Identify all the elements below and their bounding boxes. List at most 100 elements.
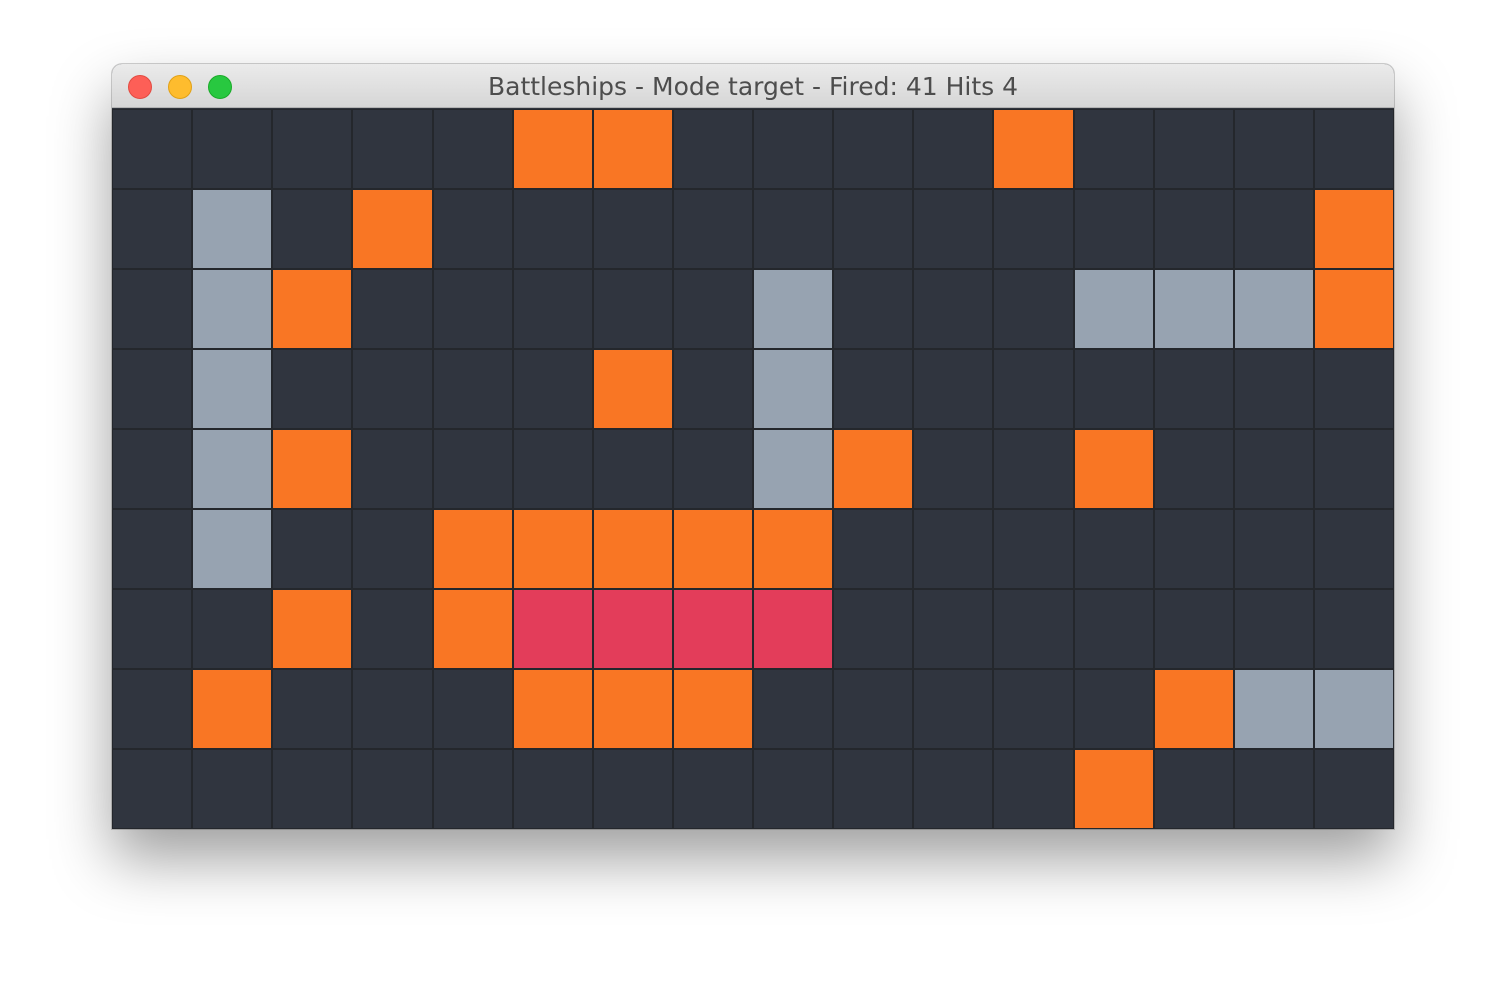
board-cell-unknown[interactable] [993,669,1074,749]
board-cell-miss[interactable] [512,109,593,189]
board-cell-unknown[interactable] [1233,189,1314,269]
board-cell-unknown[interactable] [913,429,994,509]
board-cell-unknown[interactable] [272,189,353,269]
board-cell-unknown[interactable] [1233,349,1314,429]
board-cell-unknown[interactable] [1153,749,1234,829]
board-cell-unknown[interactable] [512,189,593,269]
board-cell-unknown[interactable] [512,749,593,829]
board-cell-unknown[interactable] [993,749,1074,829]
board-cell-hit[interactable] [753,349,834,429]
board-cell-unknown[interactable] [913,509,994,589]
board-cell-miss[interactable] [592,109,673,189]
board-cell-unknown[interactable] [1073,589,1154,669]
board-cell-unknown[interactable] [1313,589,1394,669]
board-cell-unknown[interactable] [1313,429,1394,509]
board-cell-unknown[interactable] [753,109,834,189]
board-cell-unknown[interactable] [993,589,1074,669]
board-cell-unknown[interactable] [753,189,834,269]
board-cell-unknown[interactable] [112,429,193,509]
board-cell-unknown[interactable] [1233,589,1314,669]
board-cell-hit[interactable] [192,349,273,429]
board-cell-miss[interactable] [1313,269,1394,349]
board-cell-miss[interactable] [1073,749,1154,829]
board-cell-unknown[interactable] [833,589,914,669]
board-cell-sunk[interactable] [512,589,593,669]
board-cell-unknown[interactable] [592,269,673,349]
board-cell-unknown[interactable] [753,669,834,749]
board-cell-unknown[interactable] [833,349,914,429]
board-cell-unknown[interactable] [672,269,753,349]
board-cell-unknown[interactable] [352,669,433,749]
board-cell-unknown[interactable] [512,349,593,429]
board-cell-unknown[interactable] [1313,509,1394,589]
board-cell-unknown[interactable] [1313,749,1394,829]
board-cell-unknown[interactable] [993,429,1074,509]
board-cell-sunk[interactable] [753,589,834,669]
board-cell-miss[interactable] [512,509,593,589]
board-cell-miss[interactable] [272,429,353,509]
board-cell-unknown[interactable] [1153,509,1234,589]
board-cell-unknown[interactable] [1313,349,1394,429]
board-cell-miss[interactable] [352,189,433,269]
board-cell-unknown[interactable] [913,269,994,349]
board-cell-unknown[interactable] [913,189,994,269]
board-cell-unknown[interactable] [512,429,593,509]
board-cell-unknown[interactable] [833,749,914,829]
board-cell-unknown[interactable] [272,349,353,429]
board-cell-unknown[interactable] [672,749,753,829]
board-cell-miss[interactable] [672,669,753,749]
board-cell-sunk[interactable] [592,589,673,669]
board-cell-unknown[interactable] [432,749,513,829]
board-cell-unknown[interactable] [112,589,193,669]
board-cell-unknown[interactable] [192,589,273,669]
board-cell-unknown[interactable] [272,749,353,829]
board-cell-hit[interactable] [753,269,834,349]
board-cell-hit[interactable] [192,269,273,349]
board-cell-miss[interactable] [1073,429,1154,509]
board-cell-miss[interactable] [592,349,673,429]
board-cell-unknown[interactable] [112,269,193,349]
board-cell-unknown[interactable] [352,429,433,509]
board-cell-unknown[interactable] [592,749,673,829]
board-cell-unknown[interactable] [352,589,433,669]
board-cell-unknown[interactable] [833,189,914,269]
board-cell-miss[interactable] [432,589,513,669]
board-cell-hit[interactable] [192,509,273,589]
board-cell-miss[interactable] [592,669,673,749]
board-cell-unknown[interactable] [833,109,914,189]
board-cell-hit[interactable] [1233,669,1314,749]
board-cell-unknown[interactable] [432,429,513,509]
board-cell-unknown[interactable] [913,589,994,669]
board-cell-unknown[interactable] [833,669,914,749]
board-cell-unknown[interactable] [672,109,753,189]
board-cell-miss[interactable] [192,669,273,749]
board-cell-unknown[interactable] [913,109,994,189]
board-cell-miss[interactable] [1153,669,1234,749]
board-cell-unknown[interactable] [352,509,433,589]
board-cell-miss[interactable] [672,509,753,589]
board-cell-unknown[interactable] [833,269,914,349]
board-cell-unknown[interactable] [352,749,433,829]
board-cell-unknown[interactable] [272,669,353,749]
board-cell-unknown[interactable] [1153,429,1234,509]
board-cell-unknown[interactable] [1153,349,1234,429]
board-cell-unknown[interactable] [1153,589,1234,669]
board-cell-miss[interactable] [993,109,1074,189]
board-cell-unknown[interactable] [1233,749,1314,829]
board-cell-unknown[interactable] [112,509,193,589]
board-cell-miss[interactable] [592,509,673,589]
board-cell-unknown[interactable] [913,669,994,749]
board-cell-unknown[interactable] [432,669,513,749]
board-cell-miss[interactable] [272,269,353,349]
board-cell-sunk[interactable] [672,589,753,669]
board-cell-miss[interactable] [432,509,513,589]
board-cell-hit[interactable] [1153,269,1234,349]
board-cell-unknown[interactable] [192,109,273,189]
board-cell-miss[interactable] [512,669,593,749]
board-cell-unknown[interactable] [112,349,193,429]
board-cell-unknown[interactable] [1153,109,1234,189]
board-cell-hit[interactable] [192,429,273,509]
board-cell-unknown[interactable] [112,669,193,749]
board-cell-unknown[interactable] [1153,189,1234,269]
board-cell-hit[interactable] [753,429,834,509]
